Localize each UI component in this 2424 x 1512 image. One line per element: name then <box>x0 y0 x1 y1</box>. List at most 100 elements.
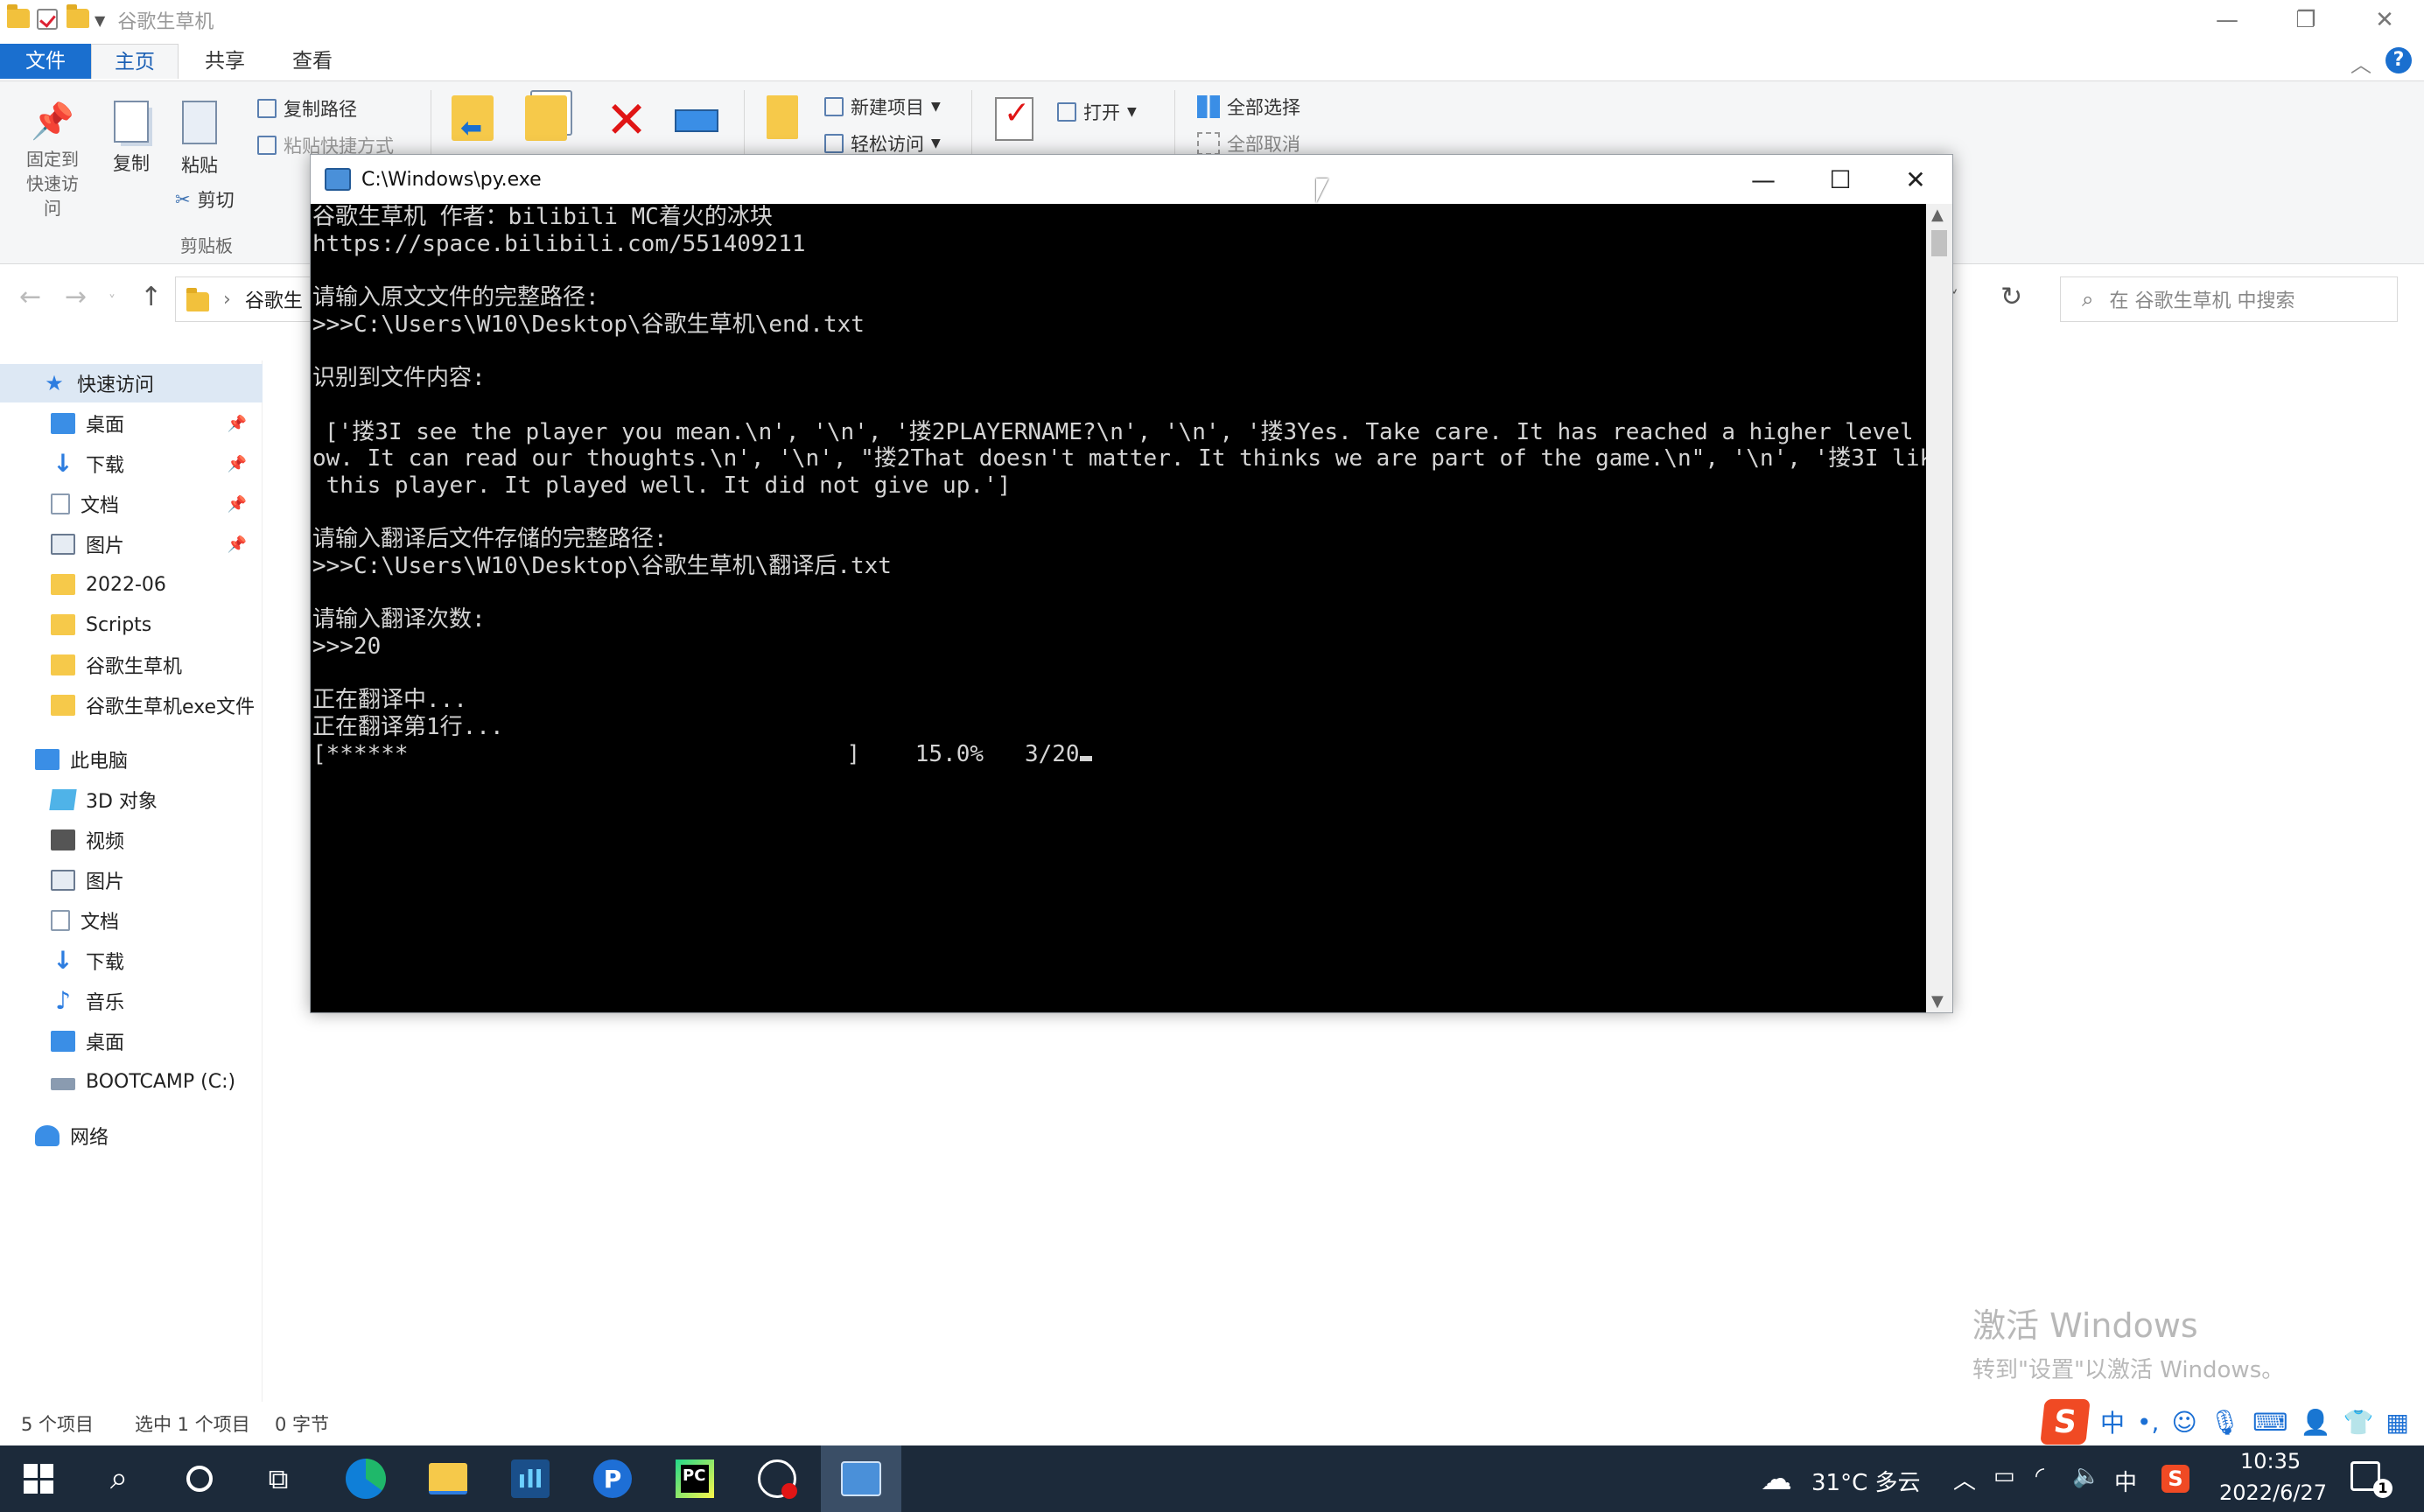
clock-date[interactable]: 2022/6/27 <box>2219 1480 2327 1505</box>
sidebar-item-bootcamp-drive[interactable]: BOOTCAMP (C:) <box>0 1062 263 1101</box>
explorer-close-button[interactable]: ✕ <box>2345 0 2424 40</box>
back-arrow-icon[interactable]: ← <box>19 282 41 312</box>
tray-overflow-chevron-icon[interactable]: ︿ <box>1953 1463 1976 1495</box>
open-button[interactable]: 打开 ▼ <box>1057 99 1137 125</box>
skin-icon[interactable]: 👕 <box>2343 1408 2373 1437</box>
easy-access-button[interactable]: 轻松访问 ▼ <box>824 130 941 157</box>
new-folder-icon[interactable] <box>67 4 89 32</box>
microphone-icon[interactable]: 🎙 <box>2210 1408 2241 1437</box>
sidebar-item-this-pc[interactable]: 此电脑 <box>0 740 263 779</box>
search-input[interactable]: ⌕ 在 谷歌生草机 中搜索 <box>2060 276 2398 322</box>
new-folder-button[interactable] <box>760 95 805 139</box>
user-icon[interactable]: 👤 <box>2301 1408 2331 1437</box>
sidebar-item-pc-pictures[interactable]: 图片 <box>0 861 263 900</box>
refresh-icon[interactable]: ↻ <box>2000 282 2022 312</box>
python-console-taskbar-button[interactable] <box>821 1446 901 1512</box>
wifi-icon[interactable]: ◜ <box>2035 1463 2044 1489</box>
file-explorer-taskbar-button[interactable] <box>425 1456 471 1502</box>
properties-check-icon[interactable] <box>37 9 60 32</box>
cortana-button[interactable] <box>177 1456 222 1502</box>
edge-taskbar-button[interactable] <box>343 1456 389 1502</box>
sidebar-item-google-grass-exe[interactable]: 谷歌生草机exe文件 <box>0 686 263 724</box>
sidebar-item-desktop[interactable]: 桌面 📌 <box>0 404 263 443</box>
sidebar-item-scripts[interactable]: Scripts <box>0 606 263 644</box>
sidebar-item-downloads[interactable]: ↓ 下载 📌 <box>0 444 263 483</box>
select-all-button[interactable]: 全部选择 <box>1197 94 1300 120</box>
tab-view[interactable]: 查看 <box>270 44 355 79</box>
select-none-button[interactable]: 全部取消 <box>1197 130 1300 157</box>
sidebar-item-pictures[interactable]: 图片 📌 <box>0 525 263 564</box>
paste-button[interactable]: 粘贴 <box>172 101 228 178</box>
customize-toolbar-chevron-icon[interactable]: ▼ <box>95 12 105 29</box>
copy-button[interactable]: 复制 <box>103 101 159 176</box>
weather-text[interactable]: 31°C 多云 <box>1811 1465 1921 1497</box>
start-button[interactable] <box>16 1456 61 1502</box>
tab-file[interactable]: 文件 <box>0 44 91 79</box>
recent-chevron-icon[interactable]: ˅ <box>109 292 116 309</box>
scrollbar-thumb[interactable] <box>1931 230 1947 256</box>
task-view-icon: ⧉ <box>268 1461 289 1495</box>
p-app-taskbar-button[interactable]: P <box>590 1456 635 1502</box>
ribbon-collapse-icon[interactable]: ︿ <box>2350 47 2371 78</box>
console-minimize-button[interactable]: — <box>1725 155 1802 204</box>
folder-icon <box>51 695 75 716</box>
sidebar-item-pc-downloads[interactable]: ↓ 下载 <box>0 942 263 980</box>
tab-home[interactable]: 主页 <box>91 44 179 79</box>
sogou-tray-icon[interactable]: S <box>2161 1465 2189 1493</box>
search-button[interactable]: ⌕ <box>96 1456 142 1502</box>
copy-to-button[interactable] <box>520 95 572 141</box>
ime-toolbar[interactable]: S 中 •, ☺ 🎙 ⌨ 👤 👕 ▦ <box>2034 1396 2424 1447</box>
battery-icon[interactable]: ▭ <box>1993 1463 2015 1489</box>
explorer-restore-button[interactable]: ❐ <box>2266 0 2345 40</box>
move-to-button[interactable]: ⬅ <box>446 95 499 144</box>
breadcrumb[interactable]: 谷歌生 <box>245 285 303 313</box>
emoji-icon[interactable]: ☺ <box>2171 1408 2196 1437</box>
sidebar-item-pc-desktop[interactable]: 桌面 <box>0 1022 263 1060</box>
console-maximize-button[interactable]: ☐ <box>1802 155 1879 204</box>
pycharm-taskbar-button[interactable]: PC <box>672 1456 718 1502</box>
cut-button[interactable]: ✂ 剪切 <box>175 186 235 213</box>
weather-icon[interactable]: ☁ <box>1761 1461 1792 1497</box>
ime-mode-indicator[interactable]: 中 <box>2100 1404 2125 1439</box>
scroll-down-icon[interactable]: ▼ <box>1931 992 1944 1011</box>
explorer-minimize-button[interactable]: — <box>2188 0 2266 40</box>
scroll-up-icon[interactable]: ▲ <box>1931 206 1944 224</box>
sidebar-item-documents[interactable]: 文档 📌 <box>0 485 263 523</box>
toolbox-icon[interactable]: ▦ <box>2385 1408 2408 1437</box>
sidebar-item-google-grass[interactable]: 谷歌生草机 <box>0 646 263 684</box>
volume-icon[interactable]: 🔈 <box>2072 1463 2100 1489</box>
sidebar-item-videos[interactable]: 视频 <box>0 821 263 859</box>
copy-path-button[interactable]: 复制路径 <box>257 95 357 122</box>
sidebar-item-music[interactable]: ♪ 音乐 <box>0 982 263 1020</box>
properties-button[interactable]: ✓ <box>992 95 1036 141</box>
forward-arrow-icon[interactable]: → <box>65 282 87 312</box>
taskbar: ⌕ ⧉ ıll P PC ☁ 31°C 多云 ︿ ▭ ◜ 🔈 中 S 10:35… <box>0 1446 2424 1512</box>
waveform-app-taskbar-button[interactable]: ıll <box>508 1456 553 1502</box>
new-item-button[interactable]: 新建项目 ▼ <box>824 94 941 120</box>
punctuation-icon[interactable]: •, <box>2137 1408 2159 1437</box>
console-window[interactable]: C:\Windows\py.exe — ☐ ✕ 谷歌生草机 作者：bilibil… <box>310 154 1953 1013</box>
task-view-button[interactable]: ⧉ <box>256 1456 301 1502</box>
rename-button[interactable] <box>670 101 723 132</box>
help-icon[interactable]: ? <box>2385 47 2412 74</box>
console-output[interactable]: 谷歌生草机 作者：bilibili MC着火的冰块 https://space.… <box>311 204 1926 1012</box>
up-arrow-icon[interactable]: ↑ <box>140 282 162 312</box>
sidebar-item-2022-06[interactable]: 2022-06 <box>0 565 263 604</box>
clock-time[interactable]: 10:35 <box>2240 1449 2301 1474</box>
console-title-bar[interactable]: C:\Windows\py.exe — ☐ ✕ <box>311 155 1952 204</box>
sidebar-item-quick-access[interactable]: ★ 快速访问 <box>0 364 263 402</box>
sidebar-item-3d-objects[interactable]: 3D 对象 <box>0 780 263 819</box>
folder-icon <box>51 574 75 595</box>
delete-button[interactable]: ✕ <box>600 94 653 146</box>
sogou-ime-icon[interactable]: S <box>2040 1399 2091 1445</box>
pin-quick-access-button[interactable]: 📌 固定到快速访问 <box>9 101 96 220</box>
tab-share[interactable]: 共享 <box>182 44 268 79</box>
sidebar-item-network[interactable]: 网络 <box>0 1116 263 1155</box>
sidebar-item-pc-documents[interactable]: 文档 <box>0 901 263 940</box>
recorder-taskbar-button[interactable] <box>754 1456 800 1502</box>
keyboard-icon[interactable]: ⌨ <box>2252 1408 2287 1437</box>
input-language-indicator[interactable]: 中 <box>2114 1465 2137 1497</box>
console-scrollbar[interactable]: ▲ ▼ <box>1926 204 1952 1012</box>
console-close-button[interactable]: ✕ <box>1877 155 1954 204</box>
